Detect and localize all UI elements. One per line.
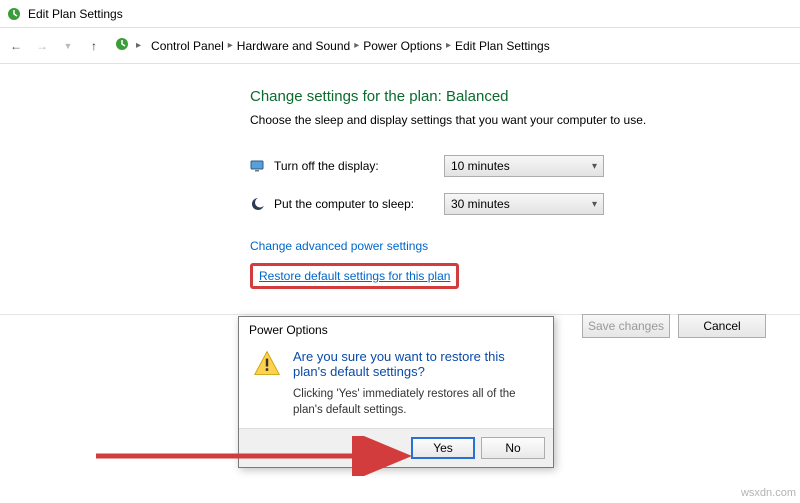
sleep-label: Put the computer to sleep:	[274, 197, 444, 211]
titlebar: Edit Plan Settings	[0, 0, 800, 28]
display-off-value: 10 minutes	[451, 159, 510, 173]
sleep-value: 30 minutes	[451, 197, 510, 211]
chevron-right-icon: ▸	[354, 40, 359, 51]
crumb-hardware-sound[interactable]: Hardware and Sound	[237, 39, 350, 53]
row-display-off: Turn off the display: 10 minutes ▾	[250, 155, 800, 177]
location-icon	[114, 36, 130, 55]
crumb-control-panel[interactable]: Control Panel	[151, 39, 224, 53]
links-section: Change advanced power settings Restore d…	[250, 239, 800, 289]
chevron-right-icon: ▸	[446, 40, 451, 51]
row-sleep: Put the computer to sleep: 30 minutes ▾	[250, 193, 800, 215]
advanced-settings-link[interactable]: Change advanced power settings	[250, 239, 428, 253]
dialog-no-button[interactable]: No	[481, 437, 545, 459]
breadcrumb: Control Panel ▸ Hardware and Sound ▸ Pow…	[151, 39, 550, 53]
dialog-title: Power Options	[239, 317, 553, 343]
window-title: Edit Plan Settings	[28, 7, 123, 21]
save-changes-button[interactable]: Save changes	[582, 314, 670, 338]
page-heading: Change settings for the plan: Balanced	[250, 88, 800, 105]
display-off-select[interactable]: 10 minutes ▾	[444, 155, 604, 177]
watermark: wsxdn.com	[741, 487, 796, 499]
dialog-body-text: Clicking 'Yes' immediately restores all …	[293, 387, 541, 418]
display-icon	[250, 158, 266, 174]
history-dropdown[interactable]: ▼	[58, 41, 78, 51]
moon-icon	[250, 196, 266, 212]
power-plan-icon	[6, 6, 22, 22]
up-button[interactable]: ↑	[84, 39, 104, 53]
main-content: Change settings for the plan: Balanced C…	[0, 64, 800, 289]
sleep-select[interactable]: 30 minutes ▾	[444, 193, 604, 215]
restore-defaults-link[interactable]: Restore default settings for this plan	[259, 269, 450, 283]
crumb-power-options[interactable]: Power Options	[363, 39, 442, 53]
restore-highlight-annotation: Restore default settings for this plan	[250, 263, 459, 289]
chevron-down-icon: ▾	[592, 161, 597, 172]
page-subheading: Choose the sleep and display settings th…	[250, 113, 800, 127]
crumb-edit-plan[interactable]: Edit Plan Settings	[455, 39, 550, 53]
chevron-right-icon: ▸	[228, 40, 233, 51]
footer-buttons: Save changes Cancel	[582, 314, 766, 338]
navbar: ← → ▼ ↑ ▸ Control Panel ▸ Hardware and S…	[0, 28, 800, 64]
warning-icon	[253, 349, 281, 418]
confirm-dialog: Power Options Are you sure you want to r…	[238, 316, 554, 468]
cancel-button[interactable]: Cancel	[678, 314, 766, 338]
display-off-label: Turn off the display:	[274, 159, 444, 173]
chevron-down-icon: ▾	[592, 199, 597, 210]
chevron-right-icon: ▸	[136, 40, 141, 51]
dialog-heading: Are you sure you want to restore this pl…	[293, 349, 541, 379]
dialog-yes-button[interactable]: Yes	[411, 437, 475, 459]
dialog-button-row: Yes No	[239, 428, 553, 467]
back-button[interactable]: ←	[6, 39, 26, 53]
forward-button[interactable]: →	[32, 39, 52, 53]
